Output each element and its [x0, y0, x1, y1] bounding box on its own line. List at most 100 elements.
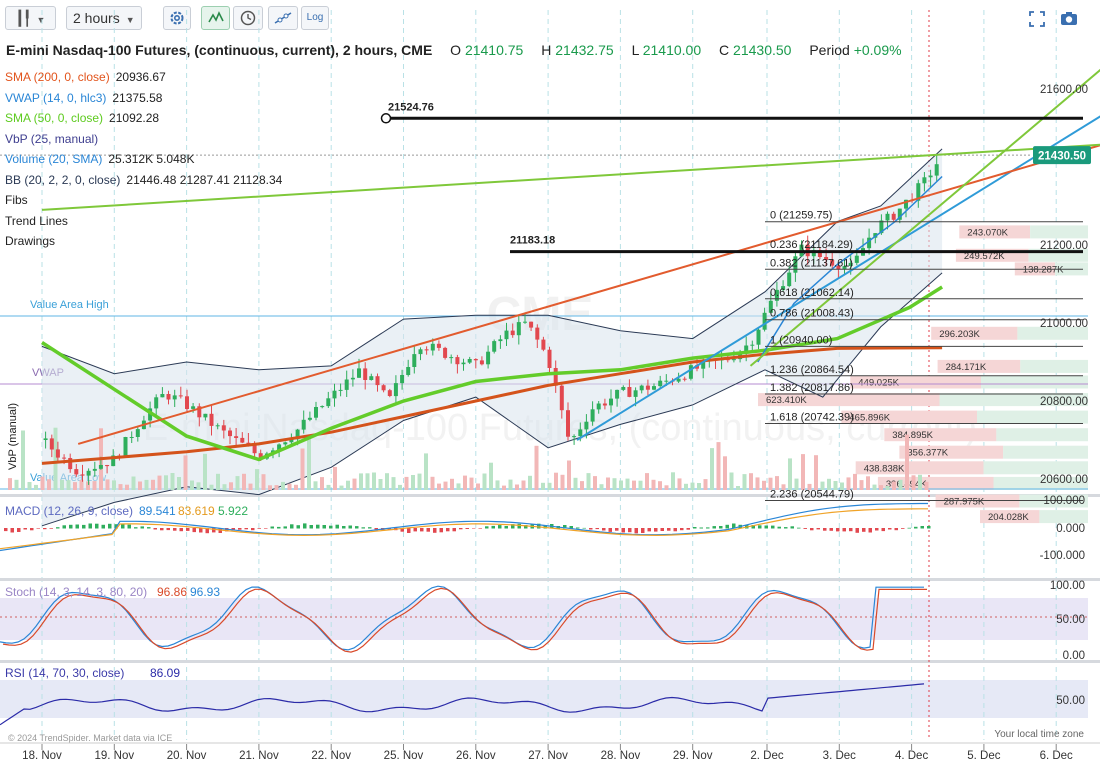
- macd-histogram-bar: [595, 528, 599, 530]
- candle-body: [756, 329, 761, 345]
- low-value: 21410.00: [642, 42, 702, 58]
- x-axis-label: 4. Dec: [895, 750, 928, 762]
- price-axis-tick: 20800.00: [1040, 396, 1088, 408]
- indicator-0[interactable]: SMA (200, 0, close) 20936.67: [5, 70, 166, 84]
- candle-body: [393, 383, 398, 397]
- volume-bar: [131, 476, 136, 490]
- macd-histogram-bar: [309, 525, 313, 529]
- candle-body: [215, 425, 220, 427]
- candle-body: [854, 255, 859, 263]
- indicator-6[interactable]: Fibs: [5, 193, 34, 207]
- macd-histogram-bar: [576, 527, 580, 529]
- volume-bar: [359, 473, 363, 490]
- x-axis-label: 20. Nov: [167, 750, 207, 762]
- volume-bar: [489, 462, 493, 490]
- open-label: O: [450, 42, 462, 58]
- macd-histogram-bar: [881, 528, 885, 532]
- value-area-high-label: Value Area High: [30, 299, 109, 311]
- indicator-1[interactable]: VWAP (14, 0, hlc3) 21375.58: [5, 91, 162, 105]
- volume-bar: [320, 477, 324, 490]
- volume-bar: [560, 474, 565, 490]
- low-label: L: [631, 42, 639, 58]
- volume-bar: [612, 478, 617, 490]
- volume-bar: [92, 481, 97, 490]
- indicator-8[interactable]: Drawings: [5, 234, 61, 248]
- volume-bar: [664, 485, 669, 490]
- volume-bar: [547, 482, 552, 490]
- macd-histogram-bar: [673, 528, 677, 532]
- candle-body: [566, 410, 570, 437]
- price-axis-tick: 21600.00: [1040, 84, 1088, 96]
- vbp-bar-up: [1039, 510, 1088, 524]
- indicator-7[interactable]: Trend Lines: [5, 214, 74, 228]
- volume-bar: [40, 476, 45, 490]
- key-level-handle[interactable]: [380, 113, 392, 124]
- candle-body: [627, 387, 632, 397]
- volume-bar: [125, 484, 129, 490]
- macd-histogram-bar: [862, 528, 866, 532]
- candle-body: [578, 429, 583, 437]
- candle-body: [314, 407, 318, 418]
- candle-body: [234, 436, 239, 438]
- candle-body: [154, 397, 159, 409]
- vbp-label: 449.025K: [858, 378, 899, 389]
- vbp-bar-up: [981, 375, 1088, 389]
- indicator-3[interactable]: VbP (25, manual): [5, 132, 104, 146]
- macd-histogram-bar: [582, 527, 586, 529]
- macd-histogram-bar: [192, 528, 196, 533]
- high-value: 21432.75: [555, 42, 614, 58]
- macd-histogram-bar: [335, 524, 339, 529]
- volume-bar: [307, 436, 311, 490]
- candle-body: [307, 417, 312, 420]
- volume-bar: [248, 483, 253, 490]
- indicator-5[interactable]: BB (20, 2, 2, 0, close) 21446.48 21287.41…: [5, 173, 282, 187]
- macd-histogram-bar: [75, 524, 79, 529]
- indicator-name: BB (20, 2, 2, 0, close): [5, 172, 121, 187]
- macd-histogram-bar: [95, 523, 99, 529]
- volume-bar: [183, 455, 188, 490]
- candle-body: [135, 429, 140, 437]
- indicator-values: 21375.58: [112, 90, 163, 105]
- volume-bar: [879, 485, 883, 490]
- volume-bar: [651, 479, 656, 490]
- fib-level-label: 0.618 (21062.14): [770, 287, 854, 299]
- volume-bar: [430, 476, 435, 490]
- macd-histogram-bar: [23, 528, 27, 530]
- volume-bar: [755, 477, 760, 490]
- indicator-4[interactable]: Volume (20, SMA) 25.312K 5.048K: [5, 152, 194, 166]
- volume-bar: [255, 469, 259, 490]
- macd-histogram-bar: [706, 527, 710, 529]
- key-level-label: 21183.18: [510, 235, 555, 247]
- macd-histogram-bar: [348, 525, 352, 529]
- macd-histogram-bar: [277, 526, 281, 529]
- volume-bar: [300, 448, 305, 490]
- indicator-2[interactable]: SMA (50, 0, close) 21092.28: [5, 111, 159, 125]
- candle-body: [590, 409, 595, 422]
- candle-body: [43, 438, 48, 440]
- candle-body: [203, 413, 208, 418]
- candle-body: [387, 390, 392, 396]
- candle-body: [326, 398, 331, 407]
- candle-body: [406, 367, 411, 375]
- macd-histogram-bar: [43, 528, 47, 530]
- candle-body: [443, 347, 448, 358]
- volume-bar: [567, 460, 571, 490]
- price-axis-tick: 20600.00: [1040, 474, 1088, 486]
- candle-body: [357, 368, 361, 378]
- macd-histogram-bar: [654, 528, 658, 532]
- volume-bar: [443, 481, 448, 490]
- indicator-values: 20936.67: [115, 70, 166, 84]
- candle-body: [504, 330, 509, 340]
- volume-bar: [118, 484, 123, 490]
- chart-area[interactable]: CMEE-mini Nasdaq-100 Futures, (continuou…: [0, 0, 1100, 766]
- volume-bar: [450, 478, 454, 490]
- volume-bar: [671, 472, 675, 490]
- volume-bar: [14, 479, 19, 490]
- candle-body: [209, 413, 214, 426]
- candle-body: [105, 465, 110, 467]
- candle-body: [535, 327, 540, 340]
- candle-body: [510, 330, 515, 336]
- candle-body: [639, 385, 644, 391]
- pane-separator: [0, 578, 1100, 581]
- candle-body: [92, 468, 97, 471]
